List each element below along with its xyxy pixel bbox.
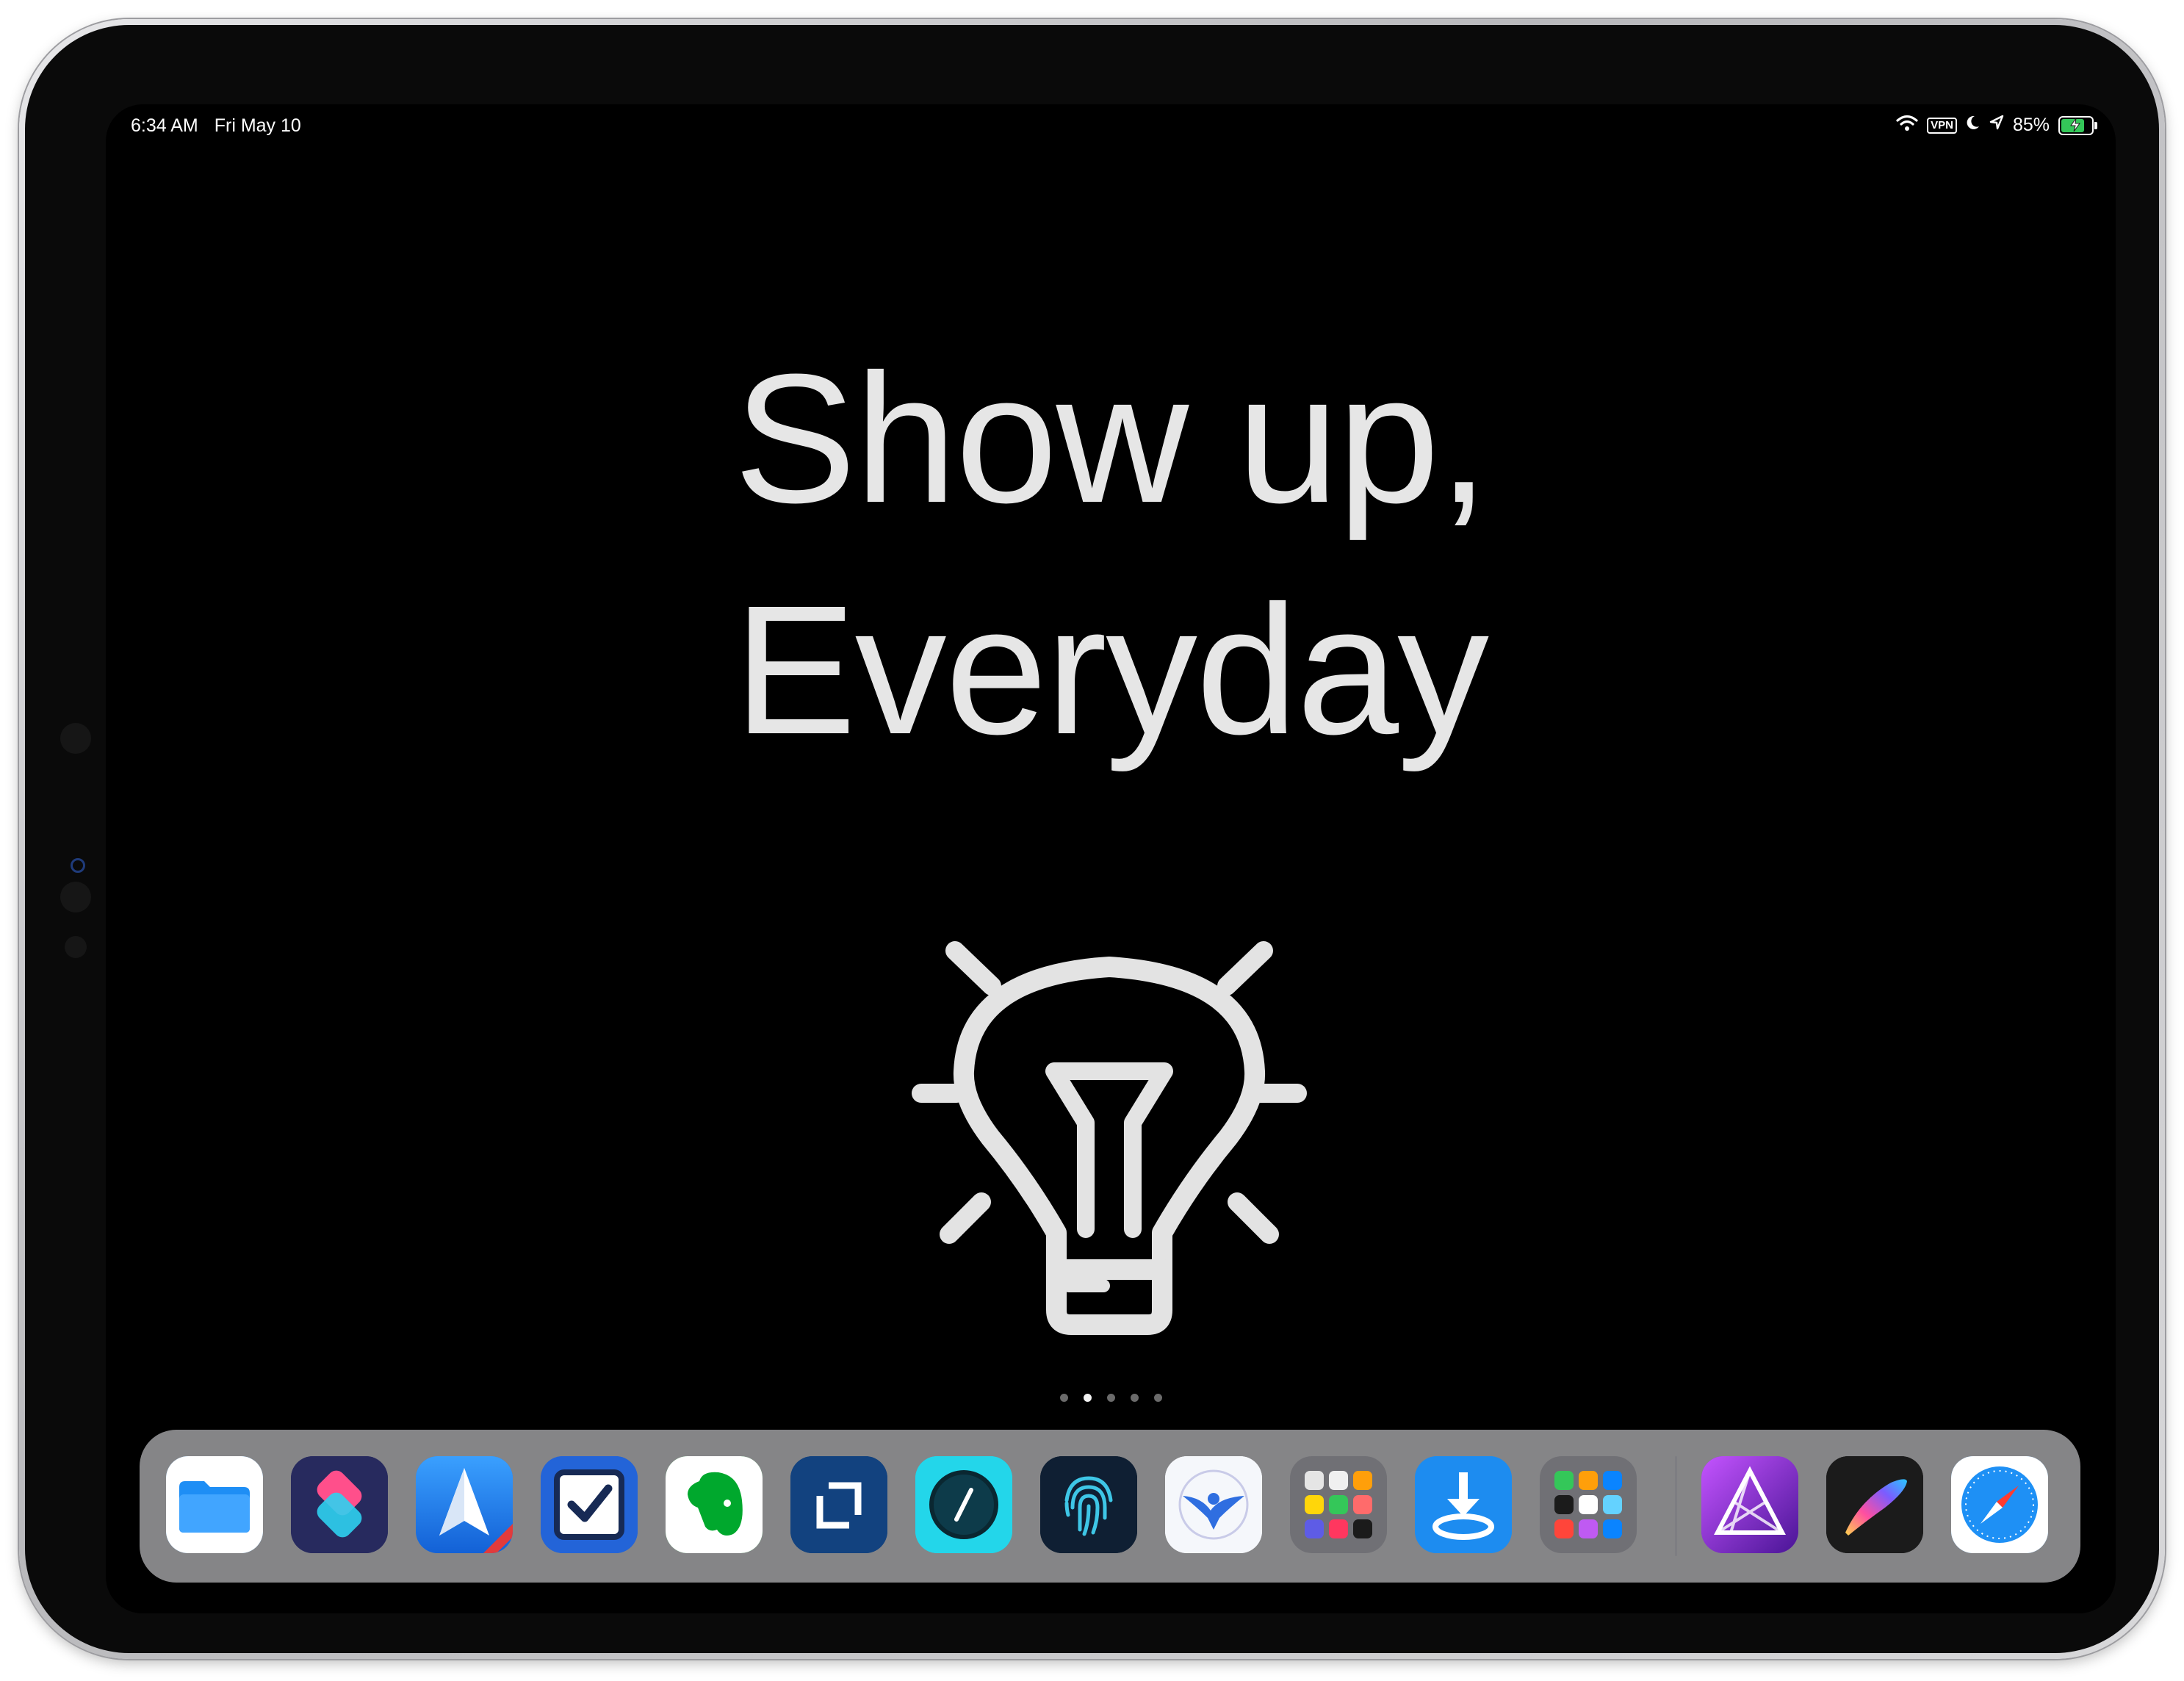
scanner-crop-app-icon[interactable] [790, 1456, 887, 1553]
folder-mini-app-icon [1353, 1495, 1372, 1514]
battery-percentage: 85% [2012, 115, 2050, 135]
folder-mini-app-icon [1305, 1519, 1324, 1538]
lightbulb-icon [912, 941, 1307, 1335]
folder-mini-app-icon [1554, 1519, 1574, 1538]
wifi-icon [1896, 114, 1918, 137]
folder-mini-app-icon [1603, 1519, 1622, 1538]
omnifocus-checkbox-app-icon[interactable] [541, 1456, 638, 1553]
page-dot[interactable] [1130, 1394, 1139, 1402]
charging-bolt-icon [2070, 118, 2080, 132]
home-screen: 6:34 AM Fri May 10 VPN 85% Show up, Ever… [106, 104, 2116, 1613]
ipad-frame: 6:34 AM Fri May 10 VPN 85% Show up, Ever… [19, 19, 2165, 1659]
page-dot[interactable] [1083, 1394, 1092, 1402]
folder-mini-app-icon [1579, 1519, 1598, 1538]
moon-icon [1966, 115, 1981, 136]
vpn-icon: VPN [1927, 117, 1957, 134]
folder-mini-app-icon [1353, 1471, 1372, 1490]
files-app-icon[interactable] [166, 1456, 263, 1553]
location-arrow-icon [1989, 115, 2004, 136]
page-indicator[interactable] [106, 1394, 2116, 1402]
folder-mini-app-icon [1579, 1495, 1598, 1514]
page-dot[interactable] [1059, 1394, 1068, 1402]
procreate-app-icon[interactable] [1826, 1456, 1923, 1553]
status-bar: 6:34 AM Fri May 10 VPN 85% [106, 104, 2116, 148]
shortcuts-app-icon[interactable] [291, 1456, 388, 1553]
status-time: 6:34 AM [131, 115, 198, 136]
dock-divider [1675, 1456, 1677, 1556]
folder-mini-app-icon [1329, 1519, 1348, 1538]
battery-icon [2058, 115, 2097, 135]
page-dot[interactable] [1106, 1394, 1115, 1402]
wallpaper-text-line-2: Everyday [733, 567, 1489, 772]
wallpaper-text-line-1: Show up, [733, 336, 1489, 541]
dock [140, 1430, 2080, 1583]
safari-app-icon[interactable] [1951, 1456, 2048, 1553]
fingerprint-app-icon[interactable] [1040, 1456, 1137, 1553]
app-folder-1-icon[interactable] [1290, 1456, 1387, 1553]
page-dot[interactable] [1153, 1394, 1162, 1402]
folder-mini-app-icon [1603, 1471, 1622, 1490]
app-folder-2-icon[interactable] [1540, 1456, 1637, 1553]
magnetic-connector-1 [60, 723, 91, 754]
magnetic-connector-2 [60, 882, 91, 913]
folder-mini-app-icon [1554, 1471, 1574, 1490]
evernote-app-icon[interactable] [666, 1456, 763, 1553]
folder-mini-app-icon [1603, 1495, 1622, 1514]
folder-mini-app-icon [1554, 1495, 1574, 1514]
bird-app-icon[interactable] [1165, 1456, 1262, 1553]
pencil-circle-app-icon[interactable] [915, 1456, 1012, 1553]
folder-mini-app-icon [1329, 1471, 1348, 1490]
spark-mail-app-icon[interactable] [416, 1456, 513, 1553]
folder-mini-app-icon [1579, 1471, 1598, 1490]
status-date: Fri May 10 [214, 115, 301, 136]
affinity-photo-app-icon[interactable] [1701, 1456, 1798, 1553]
folder-mini-app-icon [1353, 1519, 1372, 1538]
download-app-icon[interactable] [1415, 1456, 1512, 1553]
folder-mini-app-icon [1305, 1495, 1324, 1514]
folder-mini-app-icon [1329, 1495, 1348, 1514]
front-camera [71, 858, 85, 873]
battery-cap [2094, 121, 2097, 129]
sensor-dot [65, 936, 87, 958]
folder-mini-app-icon [1305, 1471, 1324, 1490]
